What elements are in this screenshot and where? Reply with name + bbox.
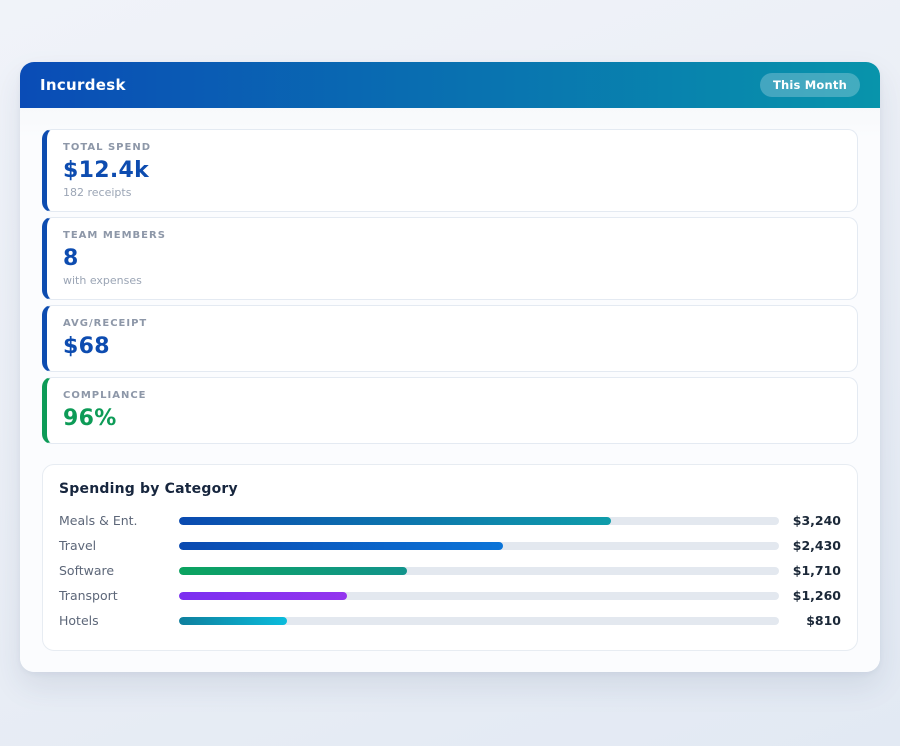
panel-title: Spending by Category bbox=[59, 481, 841, 497]
category-bar-track bbox=[179, 617, 779, 625]
stat-value: 96% bbox=[63, 406, 841, 431]
category-label: Travel bbox=[59, 538, 179, 553]
category-value: $2,430 bbox=[779, 538, 841, 553]
stat-label: TEAM MEMBERS bbox=[63, 230, 841, 241]
category-label: Meals & Ent. bbox=[59, 513, 179, 528]
category-bar-fill bbox=[179, 567, 407, 575]
stat-sub: with expenses bbox=[63, 274, 841, 287]
stat-label: COMPLIANCE bbox=[63, 390, 841, 401]
stat-label: AVG/RECEIPT bbox=[63, 318, 841, 329]
category-row: Travel $2,430 bbox=[59, 533, 841, 558]
category-bar-track bbox=[179, 592, 779, 600]
category-bar-fill bbox=[179, 517, 611, 525]
stats-section: TOTAL SPEND $12.4k 182 receipts TEAM MEM… bbox=[42, 129, 858, 444]
stat-card-avg-receipt: AVG/RECEIPT $68 bbox=[42, 305, 858, 372]
category-value: $1,260 bbox=[779, 588, 841, 603]
stat-card-team-members: TEAM MEMBERS 8 with expenses bbox=[42, 217, 858, 300]
category-row: Meals & Ent. $3,240 bbox=[59, 508, 841, 533]
stat-card-compliance: COMPLIANCE 96% bbox=[42, 377, 858, 444]
category-label: Hotels bbox=[59, 613, 179, 628]
app-window: Incurdesk This Month TOTAL SPEND $12.4k … bbox=[20, 62, 880, 672]
category-row: Hotels $810 bbox=[59, 608, 841, 633]
stat-label: TOTAL SPEND bbox=[63, 142, 841, 153]
app-title: Incurdesk bbox=[40, 76, 126, 94]
category-bar-fill bbox=[179, 592, 347, 600]
category-bar-fill bbox=[179, 617, 287, 625]
category-bar-fill bbox=[179, 542, 503, 550]
stat-sub: 182 receipts bbox=[63, 186, 841, 199]
category-value: $810 bbox=[779, 613, 841, 628]
stat-card-total-spend: TOTAL SPEND $12.4k 182 receipts bbox=[42, 129, 858, 212]
category-label: Transport bbox=[59, 588, 179, 603]
category-bar-track bbox=[179, 567, 779, 575]
spending-by-category-panel: Spending by Category Meals & Ent. $3,240… bbox=[42, 464, 858, 651]
stat-value: $68 bbox=[63, 334, 841, 359]
category-bar-track bbox=[179, 542, 779, 550]
category-row: Transport $1,260 bbox=[59, 583, 841, 608]
category-value: $1,710 bbox=[779, 563, 841, 578]
period-badge[interactable]: This Month bbox=[760, 73, 860, 97]
category-bar-track bbox=[179, 517, 779, 525]
category-row: Software $1,710 bbox=[59, 558, 841, 583]
stat-value: $12.4k bbox=[63, 158, 841, 183]
app-header: Incurdesk This Month bbox=[20, 62, 880, 108]
category-label: Software bbox=[59, 563, 179, 578]
category-value: $3,240 bbox=[779, 513, 841, 528]
app-body: TOTAL SPEND $12.4k 182 receipts TEAM MEM… bbox=[20, 108, 880, 672]
stat-value: 8 bbox=[63, 246, 841, 271]
